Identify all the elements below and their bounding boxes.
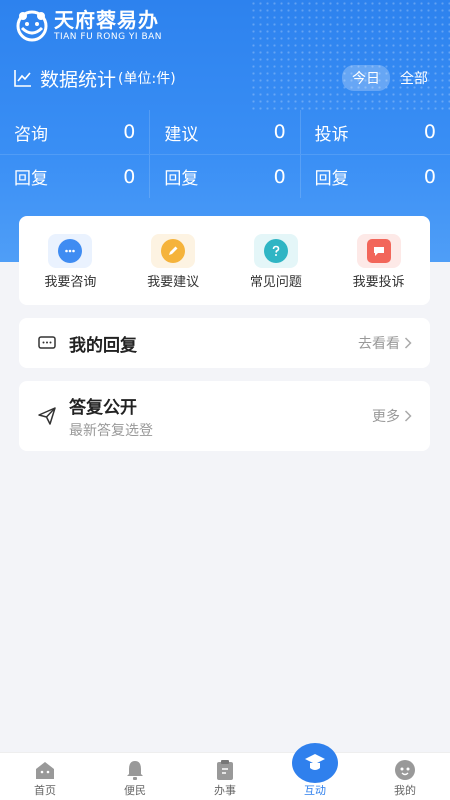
my-reply-more-label: 去看看 [358,336,400,352]
app-name-pinyin: TIAN FU RONG YI BAN [54,32,163,42]
bell-icon [127,761,143,780]
action-complaint[interactable]: 我要投诉 [327,234,430,305]
public-reply-subtitle: 最新答复选登 [69,422,153,439]
action-label: 我要咨询 [44,275,97,290]
paper-plane-icon [37,406,57,426]
stat-label: 回复 [164,169,199,189]
stat-complaint[interactable]: 投诉 0 [299,110,450,154]
tab-interact[interactable]: 互动 [270,743,360,800]
tab-label: 互动 [304,784,326,797]
stat-label: 回复 [14,169,48,189]
complaint-icon [356,234,401,268]
action-consult[interactable]: 我要咨询 [19,234,122,305]
action-label: 常见问题 [249,275,302,290]
stats-row-replies: 回复 0 回复 0 回复 0 [0,154,450,198]
stat-value: 0 [423,121,436,143]
tab-label: 办事 [214,784,236,797]
action-label: 我要投诉 [352,275,405,290]
stat-value: 0 [273,121,286,143]
stats-unit: (单位:件) [118,71,176,87]
message-dots-icon [37,333,57,353]
public-reply-card[interactable]: 答复公开 最新答复选登 更多 [19,381,430,451]
stat-value: 0 [123,165,136,188]
stat-consult[interactable]: 咨询 0 [0,110,149,154]
stat-suggest-reply[interactable]: 回复 0 [149,155,299,198]
stat-consult-reply[interactable]: 回复 0 [0,155,149,198]
panda-logo-icon [16,10,48,42]
tab-label: 我的 [394,784,416,797]
clipboard-icon [217,760,233,780]
tab-label: 便民 [124,784,146,797]
action-faq[interactable]: 常见问题 [225,234,328,305]
interact-icon [292,743,338,783]
stats-row-requests: 咨询 0 建议 0 投诉 0 [0,110,450,154]
app-logo: 天府蓉易办 TIAN FU RONG YI BAN [14,8,162,44]
bottom-tab-bar: 首页 便民 办事 互动 我的 [0,743,450,800]
chevron-right-icon [404,410,412,422]
my-reply-card[interactable]: 我的回复 去看看 [19,318,430,368]
stat-label: 投诉 [314,124,349,145]
chat-bubble-icon [48,234,93,268]
tab-convenience[interactable]: 便民 [90,753,180,800]
public-reply-more-link[interactable]: 更多 [372,406,412,426]
filter-today[interactable]: 今日 [342,65,390,91]
header-pattern [250,0,450,110]
stat-label: 建议 [164,124,199,145]
app-name: 天府蓉易办 [54,8,159,32]
stats-title: 数据统计 [40,68,117,91]
line-chart-icon [14,70,31,87]
user-icon [395,760,415,780]
tab-mine[interactable]: 我的 [360,753,450,800]
quick-actions-card: 我要咨询 我要建议 常见问题 我要投诉 [19,216,430,305]
stat-value: 0 [423,165,436,188]
tab-home[interactable]: 首页 [0,753,90,800]
my-reply-title: 我的回复 [69,335,137,356]
stat-complaint-reply[interactable]: 回复 0 [299,155,450,198]
stat-label: 回复 [314,169,349,189]
my-reply-link[interactable]: 去看看 [358,333,412,353]
chevron-right-icon [404,337,412,349]
public-reply-more-label: 更多 [372,409,400,425]
tab-services[interactable]: 办事 [180,753,270,800]
action-label: 我要建议 [147,275,200,290]
action-suggest[interactable]: 我要建议 [122,234,225,305]
stat-label: 咨询 [14,124,48,145]
stats-grid: 咨询 0 建议 0 投诉 0 回复 0 回复 0 回复 0 [0,110,450,198]
pencil-icon [151,234,196,268]
filter-all[interactable]: 全部 [390,65,438,91]
stat-suggest[interactable]: 建议 0 [149,110,299,154]
stat-value: 0 [273,165,286,188]
stat-value: 0 [123,121,136,143]
tab-label: 首页 [34,784,56,797]
public-reply-text: 答复公开 最新答复选登 [69,393,153,440]
public-reply-title: 答复公开 [69,397,137,418]
stats-filter-group: 今日 全部 [342,65,438,91]
stats-header: 数据统计 (单位:件) 今日 全部 [14,64,438,92]
home-icon [36,762,54,779]
question-icon [253,234,298,268]
